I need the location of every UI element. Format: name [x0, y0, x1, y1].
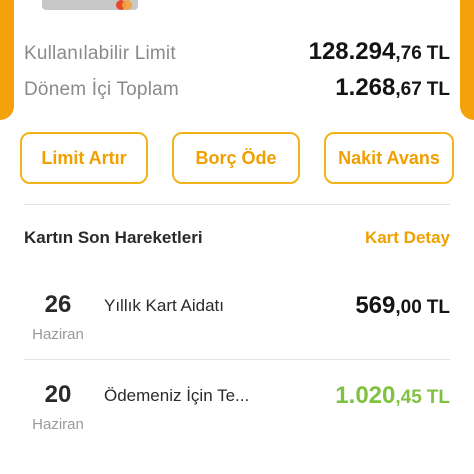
transaction-amount-currency: TL — [426, 297, 450, 318]
available-limit-label: Kullanılabilir Limit — [24, 43, 176, 64]
transaction-amount-integer: 569 — [355, 292, 396, 319]
card-actions: Limit Artır Borç Öde Nakit Avans — [20, 132, 454, 184]
period-total-currency: TL — [426, 79, 450, 100]
period-total-amount: 1.268,67 TL — [335, 74, 450, 102]
transactions-header: Kartın Son Hareketleri Kart Detay — [24, 228, 450, 248]
transaction-amount-decimal: ,45 — [395, 387, 422, 408]
transaction-description: Yıllık Kart Aidatı — [104, 296, 224, 315]
credit-card-thumbnail[interactable] — [42, 0, 138, 10]
transaction-row[interactable]: 26 Haziran Yıllık Kart Aidatı 569,00 TL — [24, 290, 450, 360]
transaction-day: 26 — [44, 291, 72, 318]
transaction-month: Haziran — [32, 326, 84, 343]
period-total-row: Dönem İçi Toplam 1.268,67 TL — [24, 74, 450, 102]
section-divider — [24, 204, 450, 205]
pay-debt-button[interactable]: Borç Öde — [172, 132, 300, 184]
transaction-divider — [24, 359, 450, 360]
available-limit-row: Kullanılabilir Limit 128.294,76 TL — [24, 38, 450, 66]
transaction-date: 26 Haziran — [24, 290, 92, 343]
card-network-logo-icon — [116, 0, 132, 10]
period-total-integer: 1.268 — [335, 74, 396, 101]
transactions-title: Kartın Son Hareketleri — [24, 228, 203, 247]
card-detail-link[interactable]: Kart Detay — [365, 228, 450, 248]
period-total-label: Dönem İçi Toplam — [24, 79, 179, 100]
transaction-amount-currency: TL — [426, 387, 450, 408]
transaction-amount-integer: 1.020 — [335, 382, 396, 409]
available-limit-decimal: ,76 — [395, 43, 422, 64]
transaction-description: Ödemeniz İçin Te... — [104, 386, 250, 405]
transaction-row[interactable]: 20 Haziran Ödemeniz İçin Te... 1.020,45 T… — [24, 380, 450, 450]
transaction-amount: 1.020,45 TL — [335, 382, 450, 410]
transaction-date: 20 Haziran — [24, 380, 92, 433]
transaction-amount-decimal: ,00 — [395, 297, 422, 318]
background-edge-left — [0, 0, 14, 120]
transaction-month: Haziran — [32, 416, 84, 433]
transaction-amount: 569,00 TL — [355, 292, 450, 320]
available-limit-integer: 128.294 — [308, 38, 396, 65]
increase-limit-button[interactable]: Limit Artır — [20, 132, 148, 184]
period-total-decimal: ,67 — [395, 79, 422, 100]
transaction-day: 20 — [44, 381, 72, 408]
cash-advance-button[interactable]: Nakit Avans — [324, 132, 454, 184]
background-edge-right — [460, 0, 474, 120]
available-limit-amount: 128.294,76 TL — [309, 38, 450, 66]
available-limit-currency: TL — [426, 43, 450, 64]
